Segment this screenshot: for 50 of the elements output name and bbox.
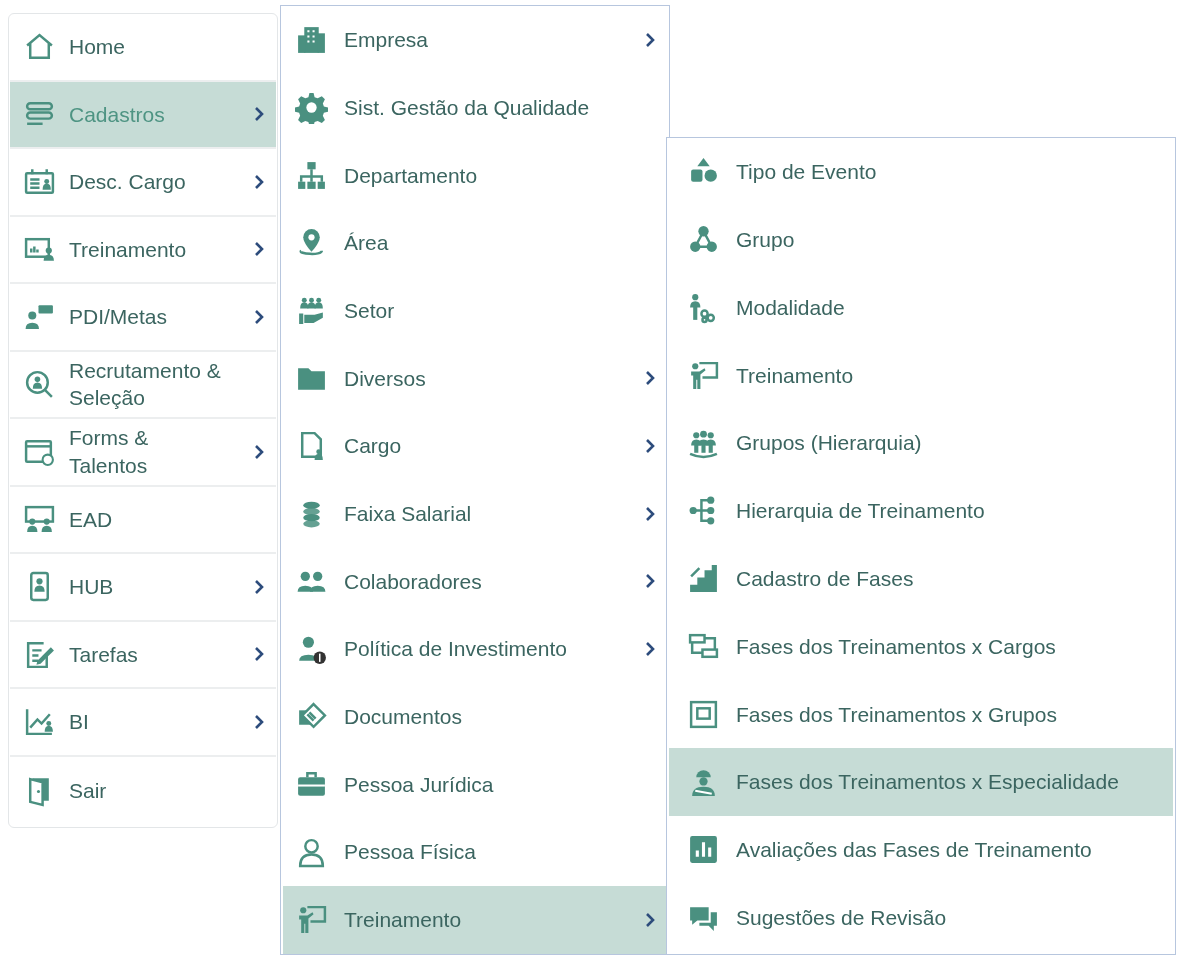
menu-item[interactable]: Avaliações das Fases de Treinamento [669, 815, 1173, 884]
menu-item[interactable]: Pessoa Jurídica [283, 750, 667, 819]
menu-item[interactable]: Treinamento [669, 341, 1173, 410]
menu-item[interactable]: BI [10, 689, 276, 757]
menu-item[interactable]: Grupos (Hierarquia) [669, 409, 1173, 477]
menu-item[interactable]: Diversos [283, 344, 667, 413]
menu-item[interactable]: Faixa Salarial [283, 479, 667, 548]
menu-item[interactable]: Modalidade [669, 273, 1173, 342]
chevron-icon [254, 308, 264, 325]
chevron-icon [645, 370, 655, 387]
menu-item[interactable]: PDI/Metas [10, 284, 276, 352]
chevron-icon [645, 911, 655, 928]
chevron-icon [645, 437, 655, 454]
chevron-icon [645, 505, 655, 522]
menu-item[interactable]: Sugestões de Revisão [669, 883, 1173, 952]
menu-item[interactable]: Sair [10, 756, 276, 824]
menu-item[interactable]: Área [283, 209, 667, 277]
menu-item[interactable]: Fases dos Treinamentos x Cargos [669, 612, 1173, 681]
chevron-icon [254, 443, 264, 460]
menu-item[interactable]: Setor [283, 276, 667, 345]
gear-icon [295, 91, 328, 125]
menu-item[interactable]: Hierarquia de Treinamento [669, 477, 1173, 545]
chevron-icon [254, 106, 264, 123]
menu-item[interactable]: Treinamento [283, 885, 667, 954]
menu-item[interactable]: Colaboradores [283, 547, 667, 616]
menu-item[interactable]: Treinamento [10, 216, 276, 284]
menu-item[interactable]: HUB [10, 554, 276, 622]
menu-item[interactable]: Tipo de Evento [669, 138, 1173, 206]
chevron-icon [254, 713, 264, 730]
menu-item[interactable]: Recrutamento & Seleção [10, 351, 276, 419]
menu-item[interactable]: Departamento [283, 141, 667, 210]
chevron-icon [645, 31, 655, 48]
menu-item[interactable]: Forms & Talentos [10, 419, 276, 487]
menu-item[interactable]: Fases dos Treinamentos x Grupos [669, 680, 1173, 749]
menu-item[interactable]: Empresa [283, 6, 667, 74]
menu-item[interactable]: Tarefas [10, 621, 276, 689]
menu-item[interactable]: Cadastro de Fases [669, 544, 1173, 613]
menu-item[interactable]: Pessoa Física [283, 818, 667, 886]
chevron-icon [254, 173, 264, 190]
chevron-icon [254, 646, 264, 663]
menu-item[interactable]: Desc. Cargo [10, 149, 276, 217]
chevron-icon [645, 573, 655, 590]
menu-item[interactable]: EAD [10, 486, 276, 554]
menu-item[interactable]: Cargo [283, 412, 667, 480]
menu-item[interactable]: Fases dos Treinamentos x Especialidade [669, 748, 1173, 816]
chevron-icon [254, 241, 264, 258]
menu-item[interactable]: Grupo [669, 205, 1173, 274]
menu-item[interactable]: Sist. Gestão da Qualidade [283, 73, 667, 142]
chevron-icon [254, 578, 264, 595]
chevron-icon [645, 641, 655, 658]
